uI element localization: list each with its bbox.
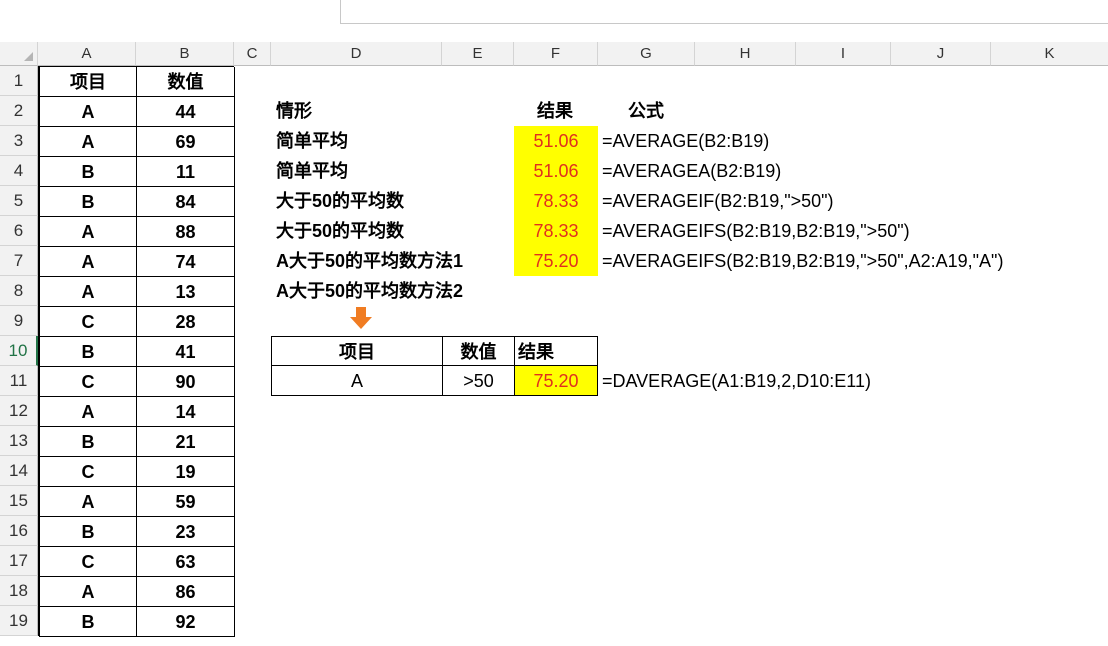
row-header-5[interactable]: 5 — [0, 186, 38, 216]
row-header-11[interactable]: 11 — [0, 366, 38, 396]
row-header-2[interactable]: 2 — [0, 96, 38, 126]
table-cell-item[interactable]: A — [39, 487, 137, 517]
row-header-4[interactable]: 4 — [0, 156, 38, 186]
criteria-cell-item[interactable]: A — [271, 365, 443, 396]
table-cell-value[interactable]: 74 — [136, 247, 235, 277]
situation-label[interactable]: A大于50的平均数方法2 — [276, 276, 510, 306]
criteria-cell-value[interactable]: >50 — [442, 365, 515, 396]
table-cell-value[interactable]: 21 — [136, 427, 235, 457]
row-header-3[interactable]: 3 — [0, 126, 38, 156]
column-header-d[interactable]: D — [271, 42, 442, 66]
formula-text[interactable]: =AVERAGEIF(B2:B19,">50") — [602, 186, 834, 216]
select-all-corner[interactable] — [0, 42, 38, 66]
table-cell-value[interactable]: 23 — [136, 517, 235, 547]
formula-bar[interactable] — [340, 0, 1108, 24]
criteria-result-cell[interactable]: 75.20 — [514, 365, 598, 396]
table-cell-item[interactable]: C — [39, 307, 137, 337]
row-header-9[interactable]: 9 — [0, 306, 38, 336]
criteria-table: 项目 数值 结果 A >50 75.20 — [271, 336, 598, 396]
daverage-formula[interactable]: =DAVERAGE(A1:B19,2,D10:E11) — [602, 366, 871, 396]
arrow-down-icon — [350, 307, 372, 329]
table-header-item[interactable]: 项目 — [39, 67, 137, 97]
column-header-f[interactable]: F — [514, 42, 598, 66]
column-header-i[interactable]: I — [796, 42, 891, 66]
result-cell[interactable]: 78.33 — [514, 216, 598, 246]
column-header-k[interactable]: K — [991, 42, 1108, 66]
situation-label[interactable]: 简单平均 — [276, 156, 506, 186]
formula-text[interactable]: =AVERAGE(B2:B19) — [602, 126, 769, 156]
table-cell-value[interactable]: 44 — [136, 97, 235, 127]
column-header-h[interactable]: H — [695, 42, 796, 66]
row-header-18[interactable]: 18 — [0, 576, 38, 606]
criteria-header-item[interactable]: 项目 — [271, 336, 443, 366]
table-cell-item[interactable]: B — [39, 517, 137, 547]
column-header-j[interactable]: J — [891, 42, 991, 66]
result-cell[interactable]: 78.33 — [514, 186, 598, 216]
criteria-header-value[interactable]: 数值 — [442, 336, 515, 366]
table-cell-item[interactable]: C — [39, 547, 137, 577]
row-header-16[interactable]: 16 — [0, 516, 38, 546]
row-header-7[interactable]: 7 — [0, 246, 38, 276]
summary-header-result[interactable]: 结果 — [537, 96, 597, 126]
table-cell-item[interactable]: A — [39, 217, 137, 247]
table-cell-item[interactable]: A — [39, 397, 137, 427]
row-header-17[interactable]: 17 — [0, 546, 38, 576]
table-cell-item[interactable]: B — [39, 187, 137, 217]
table-cell-item[interactable]: B — [39, 427, 137, 457]
table-cell-item[interactable]: B — [39, 607, 137, 637]
result-cell[interactable]: 51.06 — [514, 156, 598, 186]
summary-header-situation[interactable]: 情形 — [276, 96, 436, 126]
formula-text[interactable]: =AVERAGEIFS(B2:B19,B2:B19,">50") — [602, 216, 910, 246]
table-cell-item[interactable]: A — [39, 577, 137, 607]
row-header-1[interactable]: 1 — [0, 66, 38, 96]
row-header-6[interactable]: 6 — [0, 216, 38, 246]
situation-label[interactable]: 大于50的平均数 — [276, 186, 506, 216]
table-cell-value[interactable]: 13 — [136, 277, 235, 307]
result-cell[interactable]: 51.06 — [514, 126, 598, 156]
column-header-g[interactable]: G — [598, 42, 695, 66]
column-header-e[interactable]: E — [442, 42, 514, 66]
table-cell-item[interactable]: A — [39, 247, 137, 277]
table-cell-item[interactable]: A — [39, 97, 137, 127]
table-cell-item[interactable]: A — [39, 127, 137, 157]
column-header-a[interactable]: A — [38, 42, 136, 66]
table-cell-value[interactable]: 88 — [136, 217, 235, 247]
row-header-8[interactable]: 8 — [0, 276, 38, 306]
table-cell-item[interactable]: B — [39, 337, 137, 367]
table-cell-item[interactable]: C — [39, 367, 137, 397]
table-cell-value[interactable]: 11 — [136, 157, 235, 187]
table-cell-value[interactable]: 92 — [136, 607, 235, 637]
row-header-15[interactable]: 15 — [0, 486, 38, 516]
row-header-12[interactable]: 12 — [0, 396, 38, 426]
table-cell-value[interactable]: 69 — [136, 127, 235, 157]
result-cell[interactable]: 75.20 — [514, 246, 598, 276]
situation-label[interactable]: 大于50的平均数 — [276, 216, 506, 246]
situation-label[interactable]: 简单平均 — [276, 126, 506, 156]
table-cell-value[interactable]: 63 — [136, 547, 235, 577]
data-table: 项目 数值 A 44 A 69 B 11 B 84 A 88 A 74 A 13… — [38, 66, 235, 637]
table-cell-value[interactable]: 59 — [136, 487, 235, 517]
column-header-b[interactable]: B — [136, 42, 234, 66]
row-header-19[interactable]: 19 — [0, 606, 38, 636]
table-cell-value[interactable]: 19 — [136, 457, 235, 487]
table-cell-value[interactable]: 41 — [136, 337, 235, 367]
table-cell-value[interactable]: 84 — [136, 187, 235, 217]
table-cell-value[interactable]: 14 — [136, 397, 235, 427]
table-cell-item[interactable]: A — [39, 277, 137, 307]
row-header-14[interactable]: 14 — [0, 456, 38, 486]
table-cell-value[interactable]: 90 — [136, 367, 235, 397]
criteria-header-result[interactable]: 结果 — [514, 336, 598, 366]
table-cell-item[interactable]: B — [39, 157, 137, 187]
column-header-c[interactable]: C — [234, 42, 271, 66]
situation-label[interactable]: A大于50的平均数方法1 — [276, 246, 510, 276]
table-cell-item[interactable]: C — [39, 457, 137, 487]
table-cell-value[interactable]: 86 — [136, 577, 235, 607]
formula-text[interactable]: =AVERAGEIFS(B2:B19,B2:B19,">50",A2:A19,"… — [602, 246, 1003, 276]
formula-text[interactable]: =AVERAGEA(B2:B19) — [602, 156, 781, 186]
table-cell-value[interactable]: 28 — [136, 307, 235, 337]
summary-header-formula[interactable]: 公式 — [628, 96, 688, 126]
row-header-10[interactable]: 10 — [0, 336, 38, 366]
table-header-value[interactable]: 数值 — [136, 67, 235, 97]
row-header-13[interactable]: 13 — [0, 426, 38, 456]
